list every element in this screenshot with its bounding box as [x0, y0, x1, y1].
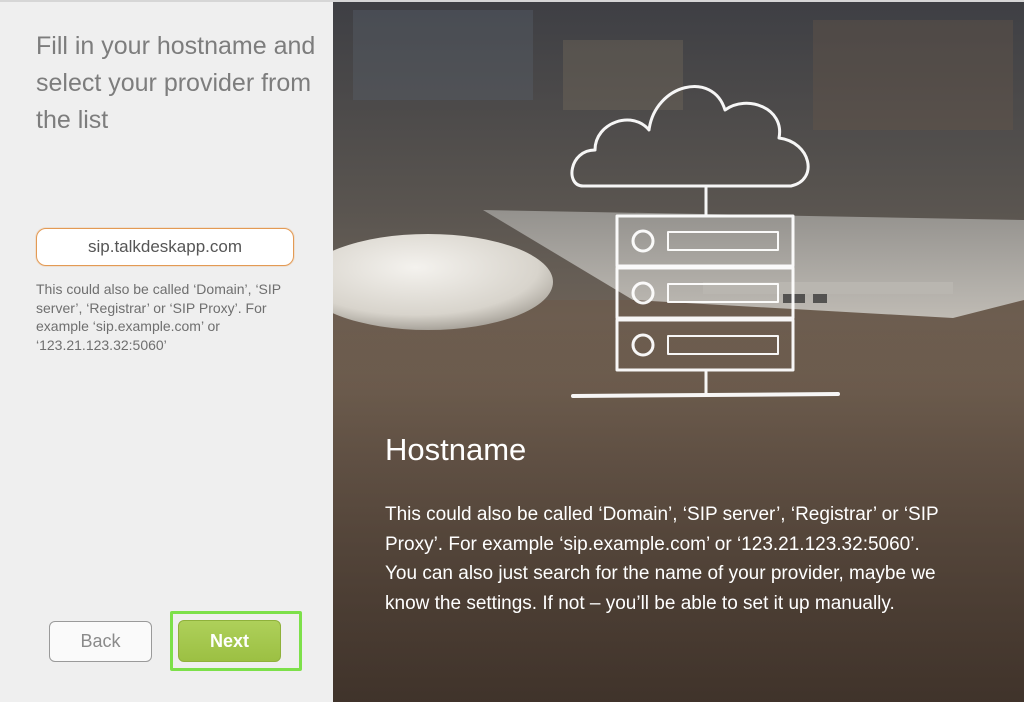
info-paragraph-search: You can also just search for the name of…: [385, 563, 936, 614]
hostname-hint: This could also be called ‘Domain’, ‘SIP…: [36, 281, 281, 353]
instruction-heading: Fill in your hostname and select your pr…: [36, 32, 316, 134]
hostname-input[interactable]: [36, 228, 294, 266]
window-top-border: [0, 0, 1024, 2]
back-button[interactable]: Back: [49, 621, 152, 662]
setup-window: Fill in your hostname and select your pr…: [0, 0, 1024, 702]
next-button[interactable]: Next: [178, 620, 281, 662]
left-panel: Fill in your hostname and select your pr…: [0, 0, 333, 702]
info-panel: Hostname This could also be called ‘Doma…: [333, 0, 1024, 702]
info-title: Hostname: [385, 432, 527, 467]
info-body: This could also be called ‘Domain’, ‘SIP…: [385, 500, 975, 618]
info-paragraph-definition: This could also be called ‘Domain’, ‘SIP…: [385, 504, 939, 555]
